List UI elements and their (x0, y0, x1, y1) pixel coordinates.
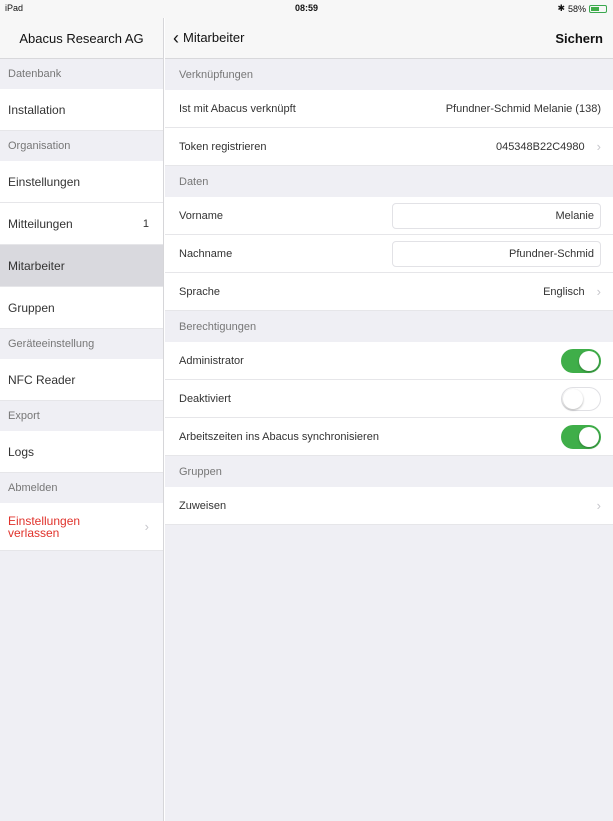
deaktiviert-label: Deaktiviert (179, 392, 231, 405)
row-sprache[interactable]: Sprache Englisch › (165, 273, 613, 311)
detail-pane: ‹ Mitarbeiter Sichern Verknüpfungen Ist … (165, 18, 613, 821)
vorname-label: Vorname (179, 209, 224, 222)
exit-label-line2: verlassen (8, 525, 60, 540)
sprache-label: Sprache (179, 285, 220, 298)
nachname-label: Nachname (179, 247, 233, 260)
chevron-left-icon: ‹ (173, 27, 179, 48)
sidebar-item-einstellungen[interactable]: Einstellungen (0, 161, 163, 203)
status-right: ✱ 58% (557, 3, 607, 14)
sidebar-item-label: Installation (8, 102, 66, 117)
toggle-knob (579, 350, 599, 371)
section-daten: Daten (179, 175, 209, 188)
sync-label: Arbeitszeiten ins Abacus synchronisieren (179, 430, 379, 443)
sidebar-item-mitarbeiter[interactable]: Mitarbeiter (0, 245, 163, 287)
chevron-right-icon: › (596, 498, 601, 513)
battery-icon (589, 4, 607, 13)
administrator-label: Administrator (179, 354, 244, 367)
vorname-field[interactable] (392, 202, 601, 229)
sidebar-item-mitteilungen[interactable]: Mitteilungen 1 (0, 203, 163, 245)
sidebar-item-label: Logs (8, 444, 35, 459)
row-zuweisen[interactable]: Zuweisen › (165, 487, 613, 525)
clock: 08:59 (294, 3, 319, 13)
section-gruppen: Gruppen (179, 465, 222, 478)
sync-toggle[interactable] (561, 424, 601, 449)
mitteilungen-count-badge: 1 (142, 217, 149, 230)
zuweisen-label: Zuweisen (179, 499, 227, 512)
sprache-value: Englisch (543, 285, 585, 298)
back-label: Mitarbeiter (183, 30, 245, 45)
section-verknuepfungen: Verknüpfungen (179, 68, 254, 81)
linked-label: Ist mit Abacus verknüpft (179, 102, 296, 115)
bluetooth-icon: ✱ (557, 3, 565, 13)
sidebar-item-label: Mitarbeiter (8, 258, 65, 273)
sidebar-title: Abacus Research AG (0, 18, 163, 59)
battery-percent: 58% (567, 3, 586, 14)
sidebar-item-label: NFC Reader (8, 372, 76, 387)
exit-settings-label: Einstellungen verlassen (8, 515, 80, 539)
sidebar-item-label: Einstellungen (8, 174, 81, 189)
save-button[interactable]: Sichern (555, 31, 603, 46)
row-token[interactable]: Token registrieren 045348B22C4980 › (165, 128, 613, 166)
section-berechtigungen: Berechtigungen (179, 320, 257, 333)
nav-bar: ‹ Mitarbeiter Sichern (165, 18, 613, 59)
section-export: Export (8, 410, 40, 422)
toggle-knob (579, 426, 599, 447)
row-administrator: Administrator (165, 342, 613, 380)
section-geraeteeinstellung: Geräteeinstellung (8, 338, 95, 350)
token-label: Token registrieren (179, 140, 267, 153)
chevron-right-icon: › (596, 139, 601, 154)
sidebar-item-nfc-reader[interactable]: NFC Reader (0, 359, 163, 401)
row-vorname: Vorname (165, 197, 613, 235)
sidebar-item-gruppen[interactable]: Gruppen (0, 287, 163, 329)
status-bar: iPad 08:59 ✱ 58% (0, 0, 613, 18)
sidebar-item-installation[interactable]: Installation (0, 89, 163, 131)
chevron-right-icon: › (596, 284, 601, 299)
sidebar: Abacus Research AG Datenbank Installatio… (0, 18, 164, 821)
administrator-toggle[interactable] (561, 348, 601, 373)
section-abmelden: Abmelden (8, 482, 58, 494)
sidebar-item-exit-settings[interactable]: Einstellungen verlassen › (0, 503, 163, 551)
row-deaktiviert: Deaktiviert (165, 380, 613, 418)
row-sync: Arbeitszeiten ins Abacus synchronisieren (165, 418, 613, 456)
nachname-field[interactable] (392, 240, 601, 267)
section-datenbank: Datenbank (8, 68, 62, 80)
deaktiviert-toggle[interactable] (561, 386, 601, 411)
token-value-group: 045348B22C4980 › (496, 139, 601, 154)
sprache-value-group: Englisch › (543, 284, 601, 299)
toggle-knob (563, 388, 583, 409)
row-nachname: Nachname (165, 235, 613, 273)
back-button[interactable]: ‹ Mitarbeiter (173, 27, 245, 48)
section-organisation: Organisation (8, 140, 71, 152)
sidebar-item-label: Gruppen (8, 300, 55, 315)
token-value: 045348B22C4980 (495, 140, 585, 153)
row-linked: Ist mit Abacus verknüpft Pfundner-Schmid… (165, 90, 613, 128)
sidebar-item-logs[interactable]: Logs (0, 431, 163, 473)
chevron-right-icon: › (144, 518, 149, 534)
linked-value: Pfundner-Schmid Melanie (138) (445, 102, 601, 115)
sidebar-item-label: Mitteilungen (8, 216, 73, 231)
